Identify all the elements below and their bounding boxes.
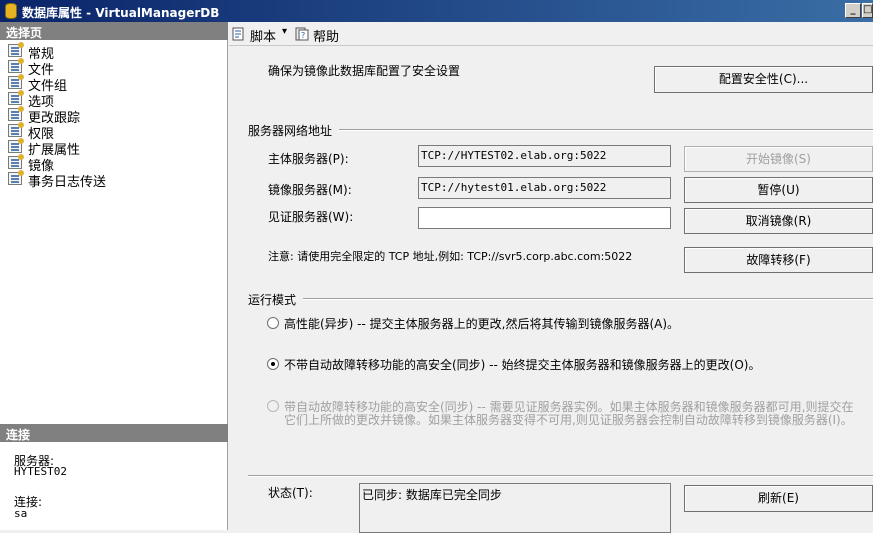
window-title: 数据库属性 - VirtualManagerDB <box>22 6 220 20</box>
auto-failover-radio[interactable] <box>267 400 279 412</box>
remove-mirroring-button[interactable]: 取消镜像(R) <box>684 208 873 234</box>
page-icon <box>8 90 24 105</box>
section-divider <box>248 475 873 477</box>
note-text: 注意: 请使用完全限定的 TCP 地址,例如: TCP://svr5.corp.… <box>268 250 633 263</box>
start-mirroring-button[interactable]: 开始镜像(S) <box>684 146 873 172</box>
left-panel: 选择页 常规 文件 文件组 选项 更改跟踪 权限 扩展属性 镜像 事务日志传送 … <box>0 22 228 530</box>
connection-value: sa <box>14 507 28 520</box>
nav-item-label: 事务日志传送 <box>28 175 107 190</box>
minimize-button[interactable]: _ <box>845 3 861 18</box>
pause-button[interactable]: 暂停(U) <box>684 177 873 203</box>
status-label: 状态(T): <box>268 486 313 500</box>
high-performance-radio[interactable] <box>267 317 279 329</box>
witness-label: 见证服务器(W): <box>268 210 354 224</box>
title-bar: 数据库属性 - VirtualManagerDB _ □ <box>0 0 873 22</box>
script-button[interactable]: 脚本 ▾ <box>232 26 292 45</box>
auto-failover-label-line2: 它们上所做的更改并镜像。如果主体服务器变得不可用,则见证服务器会控制自动故障转移… <box>284 413 853 427</box>
page-icon <box>8 58 24 73</box>
section-divider <box>339 129 873 131</box>
help-button[interactable]: ? 帮助 <box>295 26 345 45</box>
help-icon: ? <box>295 27 309 41</box>
select-page-header: 选择页 <box>0 22 228 40</box>
toolbar: 脚本 ▾ ? 帮助 <box>229 22 873 46</box>
svg-text:?: ? <box>301 31 305 40</box>
server-value: HYTEST02 <box>14 465 67 478</box>
refresh-button[interactable]: 刷新(E) <box>684 485 873 512</box>
script-label: 脚本 <box>250 30 277 45</box>
mirror-label: 镜像服务器(M): <box>268 183 352 197</box>
connection-header: 连接 <box>0 424 228 442</box>
mirror-server-field: TCP://hytest01.elab.org:5022 <box>418 177 671 199</box>
high-performance-label: 高性能(异步) -- 提交主体服务器上的更改,然后将其传输到镜像服务器(A)。 <box>284 317 680 331</box>
network-section-title: 服务器网络地址 <box>248 124 333 138</box>
section-divider <box>303 298 873 300</box>
page-icon <box>8 106 24 121</box>
principal-label: 主体服务器(P): <box>268 152 349 166</box>
script-icon <box>232 27 244 41</box>
page-icon <box>8 74 24 89</box>
status-box: 已同步: 数据库已完全同步 <box>359 483 671 533</box>
page-icon <box>8 154 24 169</box>
maximize-button[interactable]: □ <box>862 3 873 18</box>
operating-mode-title: 运行模式 <box>248 293 297 307</box>
database-icon <box>5 3 17 19</box>
page-icon <box>8 42 24 57</box>
page-icon <box>8 138 24 153</box>
help-label: 帮助 <box>313 30 340 45</box>
mirroring-page: 确保为镜像此数据库配置了安全设置 配置安全性(C)... 服务器网络地址 主体服… <box>229 47 873 533</box>
failover-button[interactable]: 故障转移(F) <box>684 247 873 273</box>
witness-server-input[interactable] <box>418 207 671 229</box>
page-icon <box>8 122 24 137</box>
configure-security-button[interactable]: 配置安全性(C)... <box>654 66 873 93</box>
chevron-down-icon[interactable]: ▾ <box>282 26 287 37</box>
high-safety-label: 不带自动故障转移功能的高安全(同步) -- 始终提交主体服务器和镜像服务器上的更… <box>284 358 761 372</box>
status-value: 已同步: 数据库已完全同步 <box>362 488 502 502</box>
principal-server-field: TCP://HYTEST02.elab.org:5022 <box>418 145 671 167</box>
page-icon <box>8 170 24 185</box>
high-safety-radio[interactable] <box>267 358 279 370</box>
security-text: 确保为镜像此数据库配置了安全设置 <box>268 64 461 78</box>
